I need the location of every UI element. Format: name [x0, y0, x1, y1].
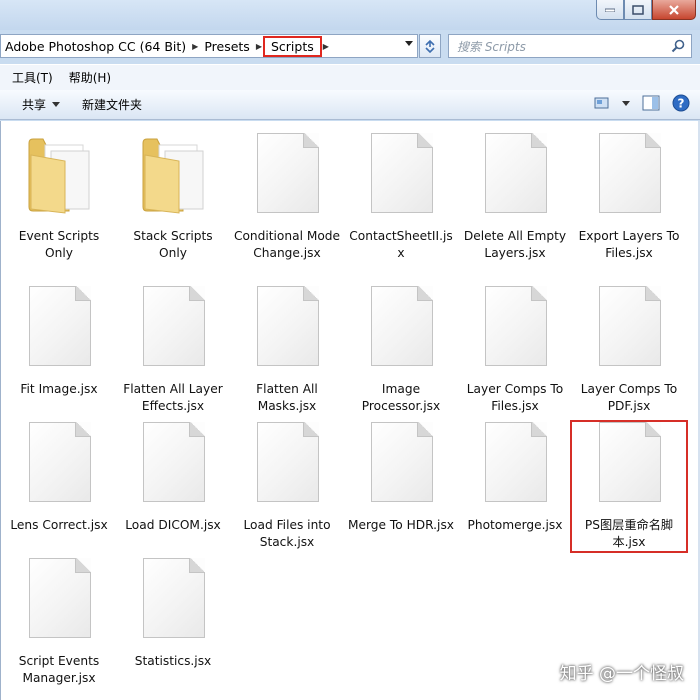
file-item[interactable]: Flatten All Layer Effects.jsx	[116, 286, 230, 415]
document-icon	[481, 286, 549, 368]
close-button[interactable]	[652, 0, 696, 20]
document-icon	[25, 558, 93, 640]
share-label: 共享	[22, 98, 47, 112]
maximize-icon	[632, 4, 644, 15]
breadcrumb-arrow-icon[interactable]: ▶	[254, 42, 264, 51]
refresh-button[interactable]	[419, 34, 441, 58]
file-item[interactable]: Script Events Manager.jsx	[2, 558, 116, 687]
address-history-dropdown-icon[interactable]	[405, 41, 413, 46]
close-icon	[669, 4, 679, 15]
document-icon	[595, 422, 663, 504]
document-icon	[25, 286, 93, 368]
file-name-label: Load Files into Stack.jsx	[243, 518, 331, 549]
file-name-label: PS图层重命名脚本.jsx	[584, 518, 674, 549]
menu-help[interactable]: 帮助(H)	[61, 69, 119, 86]
folder-icon	[25, 133, 93, 215]
file-name-label: Fit Image.jsx	[20, 382, 98, 396]
view-options-dropdown-icon[interactable]	[622, 100, 630, 106]
document-icon	[481, 133, 549, 215]
file-item[interactable]: Load Files into Stack.jsx	[230, 422, 344, 551]
folder-icon	[139, 133, 207, 215]
help-icon[interactable]: ?	[672, 94, 690, 112]
document-icon	[139, 558, 207, 640]
file-item[interactable]: ContactSheetII.jsx	[344, 133, 458, 262]
view-controls: ?	[594, 94, 690, 112]
document-icon	[481, 422, 549, 504]
document-icon	[595, 133, 663, 215]
breadcrumb-item[interactable]: Adobe Photoshop CC (64 Bit)	[1, 39, 190, 54]
file-name-label: Flatten All Layer Effects.jsx	[123, 382, 223, 413]
new-folder-button[interactable]: 新建文件夹	[74, 92, 150, 117]
window-controls	[596, 0, 696, 20]
file-name-label: Conditional Mode Change.jsx	[233, 229, 341, 260]
chevron-down-icon	[52, 102, 61, 107]
file-item[interactable]: Flatten All Masks.jsx	[230, 286, 344, 415]
breadcrumb-item-current[interactable]: Scripts	[262, 35, 322, 57]
file-name-label: Export Layers To Files.jsx	[578, 229, 680, 260]
maximize-button[interactable]	[624, 0, 652, 20]
minimize-button[interactable]	[596, 0, 624, 20]
file-name-label: Merge To HDR.jsx	[347, 518, 455, 532]
preview-pane-icon[interactable]	[642, 95, 660, 111]
svg-text:?: ?	[678, 97, 685, 111]
file-name-label: Image Processor.jsx	[361, 382, 441, 413]
file-item[interactable]: Layer Comps To Files.jsx	[458, 286, 572, 415]
document-icon	[595, 286, 663, 368]
folder-item[interactable]: Event Scripts Only	[2, 133, 116, 262]
command-bar: 共享 新建文件夹 ?	[0, 90, 700, 120]
breadcrumb-arrow-icon[interactable]: ▶	[321, 42, 331, 51]
file-name-label: Layer Comps To Files.jsx	[466, 382, 564, 413]
file-item[interactable]: Merge To HDR.jsx	[344, 422, 458, 534]
file-item[interactable]: Image Processor.jsx	[344, 286, 458, 415]
file-item[interactable]: Layer Comps To PDF.jsx	[572, 286, 686, 415]
minimize-icon	[605, 8, 615, 12]
menu-bar: 工具(T) 帮助(H)	[0, 64, 700, 90]
document-icon	[367, 133, 435, 215]
file-list-pane[interactable]: Event Scripts Only Stack Scripts Only Cond…	[0, 121, 698, 700]
refresh-icon	[425, 39, 435, 53]
file-item[interactable]: Load DICOM.jsx	[116, 422, 230, 534]
file-item[interactable]: Delete All Empty Layers.jsx	[458, 133, 572, 262]
file-item[interactable]: Statistics.jsx	[116, 558, 230, 670]
folder-item[interactable]: Stack Scripts Only	[116, 133, 230, 262]
file-name-label: ContactSheetII.jsx	[349, 229, 453, 260]
menu-tools[interactable]: 工具(T)	[4, 69, 61, 86]
window-titlebar	[0, 0, 700, 30]
document-icon	[253, 133, 321, 215]
document-icon	[367, 286, 435, 368]
file-item[interactable]: Fit Image.jsx	[2, 286, 116, 398]
share-button[interactable]: 共享	[14, 92, 68, 117]
file-name-label: Load DICOM.jsx	[125, 518, 221, 532]
document-icon	[139, 286, 207, 368]
file-name-label: Delete All Empty Layers.jsx	[463, 229, 567, 260]
search-box[interactable]: 搜索 Scripts	[448, 34, 692, 58]
navigation-row: Adobe Photoshop CC (64 Bit) ▶ Presets ▶ …	[0, 32, 700, 60]
document-icon	[25, 422, 93, 504]
file-item[interactable]: PS图层重命名脚本.jsx	[570, 420, 688, 553]
breadcrumb-arrow-icon[interactable]: ▶	[190, 42, 200, 51]
new-folder-label: 新建文件夹	[82, 98, 143, 112]
document-icon	[253, 286, 321, 368]
document-icon	[139, 422, 207, 504]
file-item[interactable]: Conditional Mode Change.jsx	[230, 133, 344, 262]
file-item[interactable]: Photomerge.jsx	[458, 422, 572, 534]
file-name-label: Statistics.jsx	[134, 654, 212, 668]
change-view-icon[interactable]	[594, 96, 610, 110]
file-name-label: Flatten All Masks.jsx	[256, 382, 318, 413]
search-input[interactable]: 搜索 Scripts	[457, 38, 526, 55]
document-icon	[367, 422, 435, 504]
search-icon[interactable]	[671, 39, 685, 53]
watermark: 知乎 @一个怪叔	[559, 664, 684, 684]
file-item[interactable]: Export Layers To Files.jsx	[572, 133, 686, 262]
file-item[interactable]: Lens Correct.jsx	[2, 422, 116, 534]
breadcrumb-item[interactable]: Presets	[200, 39, 254, 54]
document-icon	[253, 422, 321, 504]
file-name-label: Photomerge.jsx	[467, 518, 563, 532]
file-name-label: Layer Comps To PDF.jsx	[580, 382, 678, 413]
file-name-label: Stack Scripts Only	[133, 229, 213, 260]
file-name-label: Event Scripts Only	[18, 229, 100, 260]
file-name-label: Lens Correct.jsx	[10, 518, 108, 532]
address-bar[interactable]: Adobe Photoshop CC (64 Bit) ▶ Presets ▶ …	[0, 34, 418, 58]
file-name-label: Script Events Manager.jsx	[18, 654, 100, 685]
